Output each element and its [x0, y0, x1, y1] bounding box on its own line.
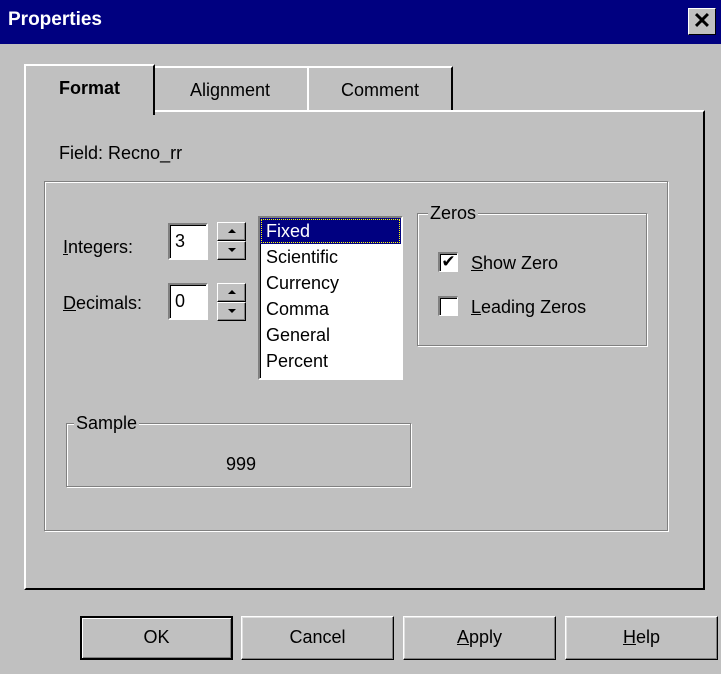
list-item-comma[interactable]: Comma [260, 296, 401, 322]
tab-format[interactable]: Format [24, 64, 155, 115]
list-item-percent[interactable]: Percent [260, 348, 401, 374]
decimals-input[interactable]: 0 [168, 283, 208, 320]
cancel-button[interactable]: Cancel [241, 616, 394, 660]
leading-zeros-label-rest: eading Zeros [481, 297, 587, 317]
integers-decrement-button[interactable] [217, 241, 246, 260]
help-mnemonic: H [622, 627, 636, 647]
dialog-title: Properties [8, 9, 102, 30]
decimals-increment-button[interactable] [217, 283, 246, 302]
sample-value: 999 [226, 454, 257, 474]
integers-input[interactable]: 3 [168, 223, 208, 260]
zeros-group: Zeros [417, 203, 647, 346]
title-bar[interactable]: Properties ✕ [0, 0, 721, 44]
list-item-currency[interactable]: Currency [260, 270, 401, 296]
help-label-rest: elp [635, 627, 661, 647]
sample-group-title: Sample [74, 413, 140, 433]
apply-label-rest: pply [468, 627, 503, 647]
arrow-up-icon [228, 229, 236, 233]
tab-comment[interactable]: Comment [307, 66, 453, 110]
show-zero-checkbox[interactable]: ✔ [438, 252, 458, 272]
zeros-group-title: Zeros [428, 203, 479, 223]
show-zero-label[interactable]: Show Zero [471, 253, 558, 274]
decimals-spinner [217, 283, 246, 321]
integers-label: Integers: [63, 237, 133, 258]
arrow-down-icon [228, 309, 236, 313]
list-item-general[interactable]: General [260, 322, 401, 348]
decimals-label: Decimals: [63, 293, 142, 314]
arrow-up-icon [228, 290, 236, 294]
close-button[interactable]: ✕ [688, 8, 716, 35]
help-button[interactable]: Help [565, 616, 718, 660]
list-item-scientific[interactable]: Scientific [260, 244, 401, 270]
close-icon: ✕ [692, 8, 712, 33]
decimals-label-rest: ecimals: [76, 293, 143, 313]
apply-button[interactable]: Apply [403, 616, 556, 660]
list-item-fixed[interactable]: Fixed [260, 218, 401, 244]
decimals-decrement-button[interactable] [217, 302, 246, 321]
ok-button[interactable]: OK [80, 616, 233, 660]
arrow-down-icon [228, 248, 236, 252]
properties-dialog: Properties ✕ Format Alignment Comment Fi… [0, 0, 721, 674]
field-caption: Field: [59, 143, 104, 163]
integers-label-rest: ntegers: [68, 237, 134, 257]
show-zero-label-rest: how Zero [483, 253, 559, 273]
leading-zeros-checkbox[interactable] [438, 296, 458, 316]
format-type-listbox[interactable]: Fixed Scientific Currency Comma General … [258, 216, 403, 380]
integers-spinner [217, 222, 246, 260]
tab-format-label: Format [58, 78, 120, 98]
show-zero-mnemonic: S [471, 253, 484, 273]
field-name: Recno_rr [108, 143, 183, 163]
tab-alignment[interactable]: Alignment [153, 66, 309, 110]
apply-mnemonic: A [456, 627, 469, 647]
integers-increment-button[interactable] [217, 222, 246, 241]
tab-alignment-label: Alignment [189, 80, 271, 100]
tab-comment-label: Comment [340, 80, 420, 100]
decimals-mnemonic: D [63, 293, 76, 313]
leading-zeros-mnemonic: L [471, 297, 482, 317]
field-label: Field: Recno_rr [59, 143, 182, 164]
leading-zeros-label[interactable]: Leading Zeros [471, 297, 586, 318]
